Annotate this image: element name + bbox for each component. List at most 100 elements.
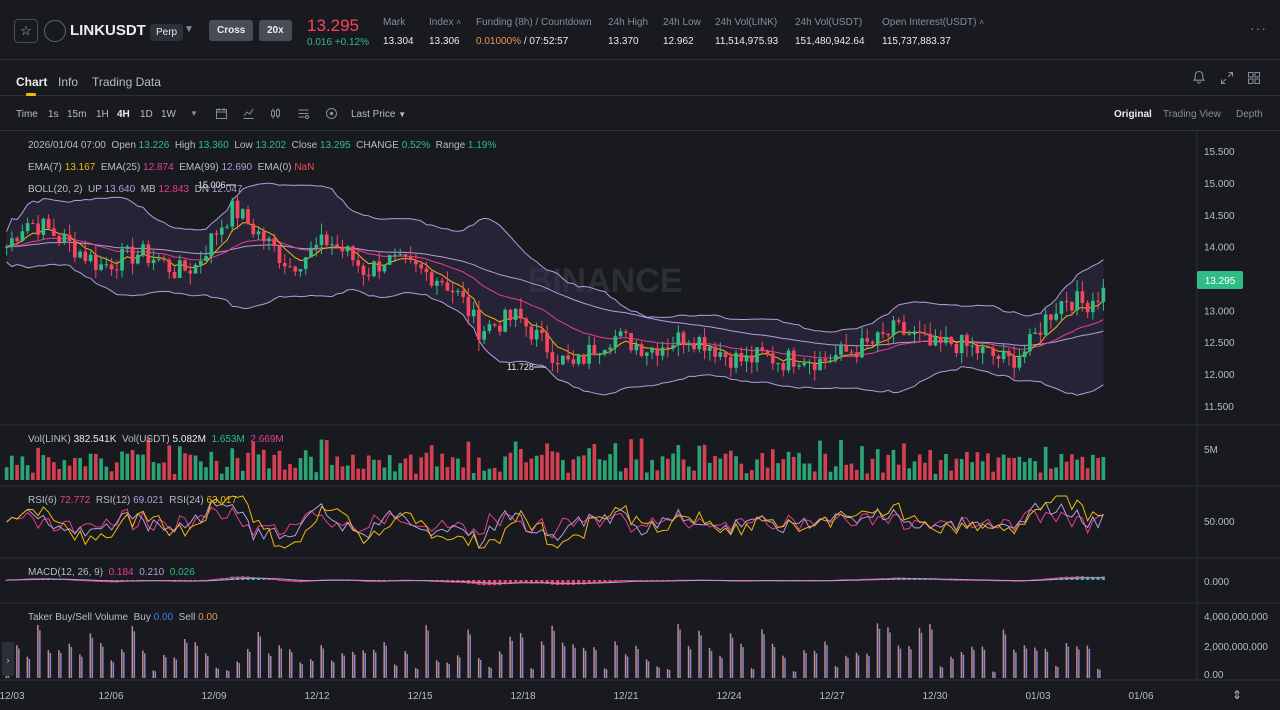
taker-bar	[435, 660, 438, 678]
chart-canvas[interactable]: BINANCE 15.50015.00014.50014.00013.50013…	[0, 132, 1280, 710]
volume-bar	[849, 463, 854, 480]
taker-bar	[301, 663, 303, 678]
taker-bar	[416, 669, 419, 678]
tf-1s[interactable]: 1s	[48, 109, 59, 120]
rsi24-label: RSI(24)	[169, 495, 204, 506]
volume-bar	[655, 470, 660, 480]
high-24h-value: 13.370	[608, 36, 639, 47]
tab-chart[interactable]: Chart	[16, 75, 47, 89]
taker-bar	[509, 636, 511, 678]
volume-bar	[797, 452, 801, 480]
fullscreen-icon[interactable]	[1220, 71, 1234, 88]
candle-body	[146, 244, 151, 264]
target-icon[interactable]	[325, 107, 338, 123]
timeframe-dropdown-icon[interactable]: ▼	[190, 109, 198, 118]
candle-body	[629, 332, 633, 351]
volume-bar	[1022, 461, 1027, 480]
taker-bar	[58, 650, 60, 678]
index-info-icon[interactable]: ˄	[456, 18, 461, 27]
tab-info[interactable]: Info	[58, 75, 78, 89]
taker-bar	[794, 671, 797, 678]
candle-body	[225, 226, 229, 228]
tf-15m[interactable]: 15m	[67, 109, 86, 120]
alert-bell-icon[interactable]	[1192, 70, 1206, 87]
taker-bar	[207, 655, 209, 678]
candle-body	[73, 240, 77, 258]
volume-bar	[508, 452, 513, 480]
candle-body	[62, 234, 67, 243]
taker-bar	[897, 645, 900, 678]
settings-lines-icon[interactable]	[297, 107, 310, 123]
volume-bar	[959, 458, 964, 480]
candle-body	[267, 238, 271, 242]
view-trading-view[interactable]: Trading View	[1163, 109, 1221, 120]
legend-range: 1.19%	[467, 140, 497, 151]
open-interest-info-icon[interactable]: ˄	[979, 18, 984, 27]
price-source-select[interactable]: Last Price ▼	[351, 109, 406, 120]
taker-bar	[81, 656, 83, 678]
margin-mode-button[interactable]: Cross	[209, 20, 254, 41]
price-change-pct: +0.12%	[334, 37, 370, 48]
taker-bar	[39, 630, 41, 678]
candle-body	[414, 260, 418, 265]
volume-bar	[1059, 453, 1064, 480]
tf-1d[interactable]: 1D	[140, 109, 153, 120]
tf-1h[interactable]: 1H	[96, 109, 109, 120]
volume-bar	[1033, 461, 1037, 480]
candle-body	[519, 308, 523, 319]
boll-legend: BOLL(20, 2) UP 13.640 MB 12.843 DN 12.04…	[28, 184, 242, 195]
candle-body	[330, 244, 334, 246]
symbol-dropdown-icon[interactable]: ▼	[184, 24, 194, 35]
candle-body	[839, 345, 843, 356]
time-label[interactable]: Time	[16, 109, 38, 120]
boll-mb-value: 12.843	[158, 184, 190, 195]
symbol-name[interactable]: LINKUSDT	[70, 22, 146, 39]
volume-bar	[162, 462, 166, 480]
candle-body	[529, 326, 534, 340]
price-tick: 12.500	[1204, 338, 1235, 349]
volume-bar	[204, 467, 208, 480]
volume-bar	[686, 466, 691, 480]
tf-1w[interactable]: 1W	[161, 109, 176, 120]
favorite-star-icon[interactable]: ☆	[14, 19, 38, 43]
taker-bar	[530, 668, 532, 678]
more-options-icon[interactable]: ···	[1250, 20, 1267, 36]
candle-body	[104, 264, 109, 266]
legend-open: 13.226	[138, 140, 170, 151]
taker-bar	[257, 631, 260, 678]
volume-bar	[230, 448, 235, 480]
calendar-icon[interactable]	[215, 107, 228, 123]
volume-bar	[540, 454, 544, 480]
indicator-chart-icon[interactable]	[242, 107, 255, 123]
volume-bar	[225, 466, 229, 480]
volume-bar	[718, 458, 723, 480]
candle-body	[36, 223, 40, 235]
volume-bar	[219, 473, 224, 480]
candle-body	[986, 346, 990, 348]
volume-bar	[776, 463, 780, 480]
tab-trading-data[interactable]: Trading Data	[92, 75, 161, 89]
taker-bar	[950, 656, 952, 678]
taker-bar	[731, 637, 734, 678]
view-depth[interactable]: Depth	[1236, 109, 1263, 120]
candle-type-icon[interactable]	[269, 107, 282, 123]
leverage-button[interactable]: 20x	[259, 20, 292, 41]
layout-grid-icon[interactable]	[1247, 71, 1261, 88]
taker-bar	[994, 672, 996, 678]
candle-body	[902, 321, 906, 335]
boll-label: BOLL(20, 2)	[28, 184, 83, 195]
volume-bar	[198, 461, 203, 480]
chart-panel[interactable]: BINANCE 15.50015.00014.50014.00013.50013…	[0, 132, 1280, 710]
candle-body	[4, 246, 9, 248]
volume-bar	[676, 445, 681, 480]
taker-bar	[553, 630, 555, 678]
volume-bar	[414, 473, 418, 480]
candle-body	[1075, 291, 1079, 311]
view-original[interactable]: Original	[1114, 109, 1152, 120]
volume-bar	[120, 451, 124, 480]
taker-bar	[910, 649, 912, 678]
rsi6-label: RSI(6)	[28, 495, 57, 506]
volume-bar	[891, 449, 896, 480]
tf-4h[interactable]: 4H	[117, 109, 130, 120]
volume-bar	[1012, 457, 1017, 480]
